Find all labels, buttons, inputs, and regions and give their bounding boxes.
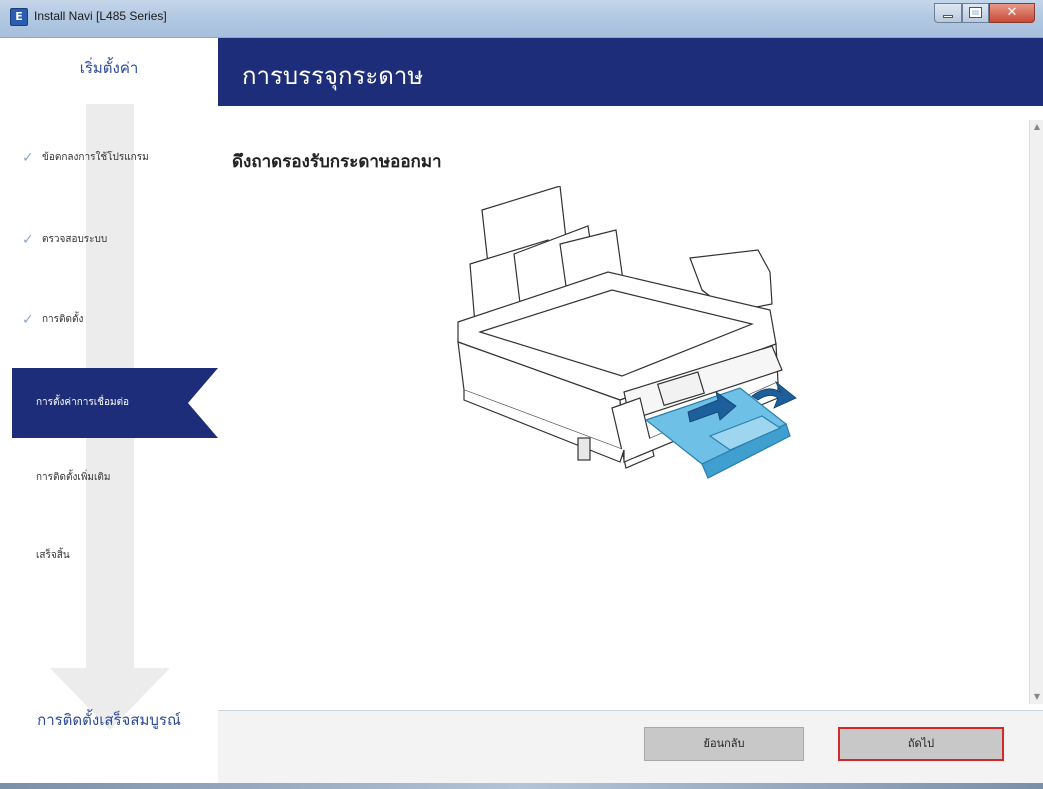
checkmark-icon: ✓	[22, 150, 34, 166]
sidebar-header: เริ่มตั้งค่า	[79, 59, 139, 77]
sidebar-item-finish: เสร็จสิ้น	[12, 536, 212, 576]
app-icon: E	[10, 8, 28, 26]
page-title: การบรรจุกระดาษ	[242, 62, 424, 90]
sidebar-item-label: การติดตั้งเพิ่มเติม	[36, 472, 111, 483]
content-area: ดึงถาดรองรับกระดาษออกมา ▲ ▼	[218, 106, 1043, 710]
scroll-up-icon[interactable]: ▲	[1030, 120, 1043, 134]
sidebar-item-label: การตั้งค่าการเชื่อมต่อ	[36, 397, 130, 408]
install-navi-window: E Install Navi [L485 Series] ✕ เริ่มตั้ง…	[0, 0, 1043, 789]
sidebar-item-additional-install: การติดตั้งเพิ่มเติม	[12, 458, 212, 498]
checkmark-icon: ✓	[22, 312, 34, 328]
maximize-icon	[969, 7, 982, 18]
sidebar-item-label: ตรวจสอบระบบ	[42, 234, 108, 245]
button-bar: ย้อนกลับ ถัดไป	[218, 710, 1043, 789]
next-button[interactable]: ถัดไป	[838, 727, 1004, 761]
maximize-button[interactable]	[962, 3, 989, 23]
sidebar-item-license: ✓ ข้อตกลงการใช้โปรแกรม	[12, 138, 212, 178]
sidebar-footer: การติดตั้งเสร็จสมบูรณ์	[37, 711, 181, 729]
sidebar-item-system-check: ✓ ตรวจสอบระบบ	[12, 220, 212, 260]
checkmark-icon: ✓	[22, 232, 34, 248]
active-step-indicator	[188, 368, 218, 438]
step-sidebar: เริ่มตั้งค่า ✓ ข้อตกลงการใช้โปรแกรม ✓ ตร…	[0, 38, 218, 789]
window-bottom-border	[0, 783, 1043, 789]
minimize-button[interactable]	[934, 3, 962, 23]
sidebar-item-connection-settings: การตั้งค่าการเชื่อมต่อ	[12, 368, 218, 438]
page-header: การบรรจุกระดาษ	[218, 38, 1043, 106]
window-controls: ✕	[934, 3, 1035, 25]
instruction-heading: ดึงถาดรองรับกระดาษออกมา	[232, 152, 442, 172]
back-button[interactable]: ย้อนกลับ	[644, 727, 804, 761]
close-button[interactable]: ✕	[989, 3, 1035, 23]
scroll-down-icon[interactable]: ▼	[1030, 690, 1043, 704]
minimize-icon	[943, 15, 953, 18]
window-title: Install Navi [L485 Series]	[34, 9, 167, 23]
vertical-scrollbar[interactable]: ▲ ▼	[1029, 120, 1043, 704]
sidebar-item-label: ข้อตกลงการใช้โปรแกรม	[42, 152, 149, 163]
sidebar-item-install: ✓ การติดตั้ง	[12, 300, 212, 340]
title-bar: E Install Navi [L485 Series] ✕	[0, 0, 1043, 38]
sidebar-item-label: เสร็จสิ้น	[36, 550, 70, 561]
sidebar-item-label: การติดตั้ง	[42, 314, 84, 325]
printer-tray-illustration	[457, 186, 797, 479]
close-icon: ✕	[1006, 5, 1018, 20]
